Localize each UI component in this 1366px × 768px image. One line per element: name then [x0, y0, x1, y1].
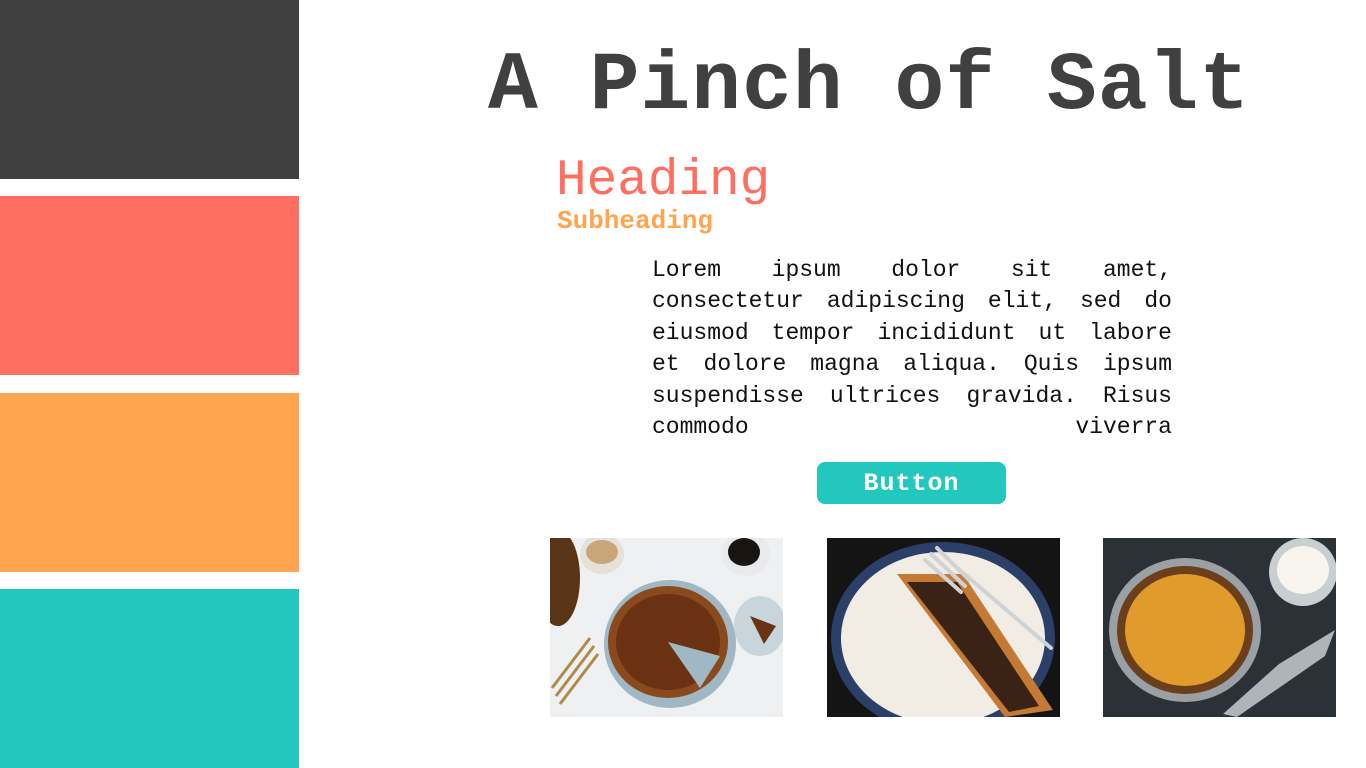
- site-title: A Pinch of Salt: [488, 39, 1251, 133]
- pumpkin-pie-photo: [1103, 538, 1336, 717]
- body-paragraph: Lorem ipsum dolor sit amet, consectetur …: [652, 257, 1172, 441]
- pecan-pie-photo: [550, 538, 783, 717]
- color-swatch-dark: [0, 0, 299, 179]
- color-swatch-orange: [0, 393, 299, 572]
- color-swatch-coral: [0, 196, 299, 375]
- color-swatch-teal: [0, 589, 299, 768]
- subheading: Subheading: [557, 206, 714, 236]
- pie-slice-photo: [827, 538, 1060, 717]
- heading: Heading: [556, 153, 771, 210]
- primary-button[interactable]: Button: [817, 462, 1006, 504]
